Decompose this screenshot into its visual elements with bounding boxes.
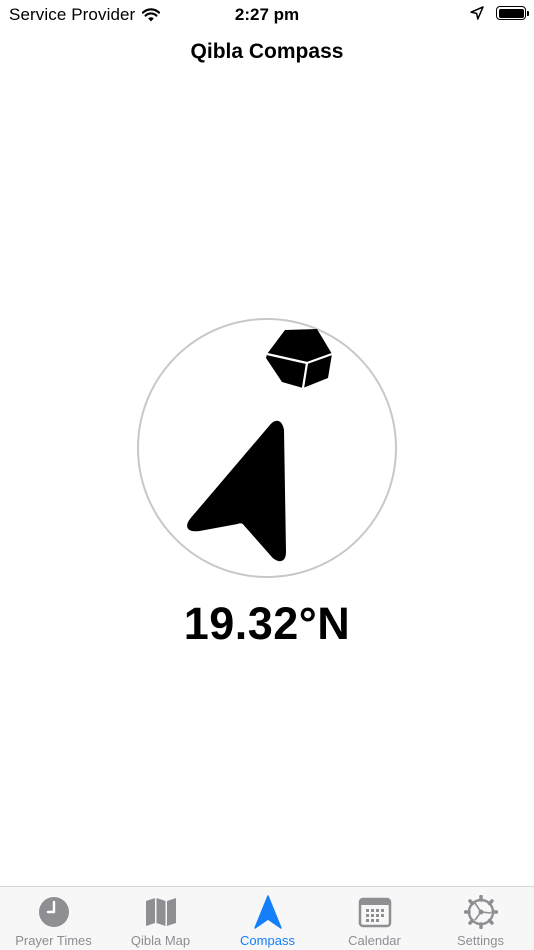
tab-label: Compass xyxy=(240,933,295,948)
battery-icon xyxy=(496,6,529,20)
tab-calendar[interactable]: Calendar xyxy=(321,887,428,950)
gear-icon xyxy=(463,895,498,929)
kaaba-icon xyxy=(266,329,333,389)
tab-qibla-map[interactable]: Qibla Map xyxy=(107,887,214,950)
heading-readout: 19.32°N xyxy=(183,598,351,649)
tab-label: Settings xyxy=(457,933,504,948)
tab-compass[interactable]: Compass xyxy=(214,887,321,950)
compass-arrow-icon xyxy=(253,895,282,929)
tab-label: Calendar xyxy=(348,933,401,948)
status-bar: Service Provider 2:27 pm xyxy=(0,0,534,28)
map-icon xyxy=(145,898,176,926)
status-time: 2:27 pm xyxy=(234,5,300,24)
tab-settings[interactable]: Settings xyxy=(427,887,534,950)
tab-label: Qibla Map xyxy=(130,933,191,948)
status-right-group xyxy=(470,6,529,20)
compass-needle-icon xyxy=(187,420,286,562)
tab-label: Prayer Times xyxy=(15,933,92,948)
location-arrow-icon xyxy=(470,6,484,20)
tab-prayer-times[interactable]: Prayer Times xyxy=(0,887,107,950)
tab-bar: Prayer Times Qibla Map Compass Calendar … xyxy=(0,886,534,950)
page-title: Qibla Compass xyxy=(190,40,344,63)
clock-icon xyxy=(38,897,69,927)
screen: Service Provider 2:27 pm Qibla Compass 1… xyxy=(0,0,534,950)
calendar-icon xyxy=(358,897,391,928)
